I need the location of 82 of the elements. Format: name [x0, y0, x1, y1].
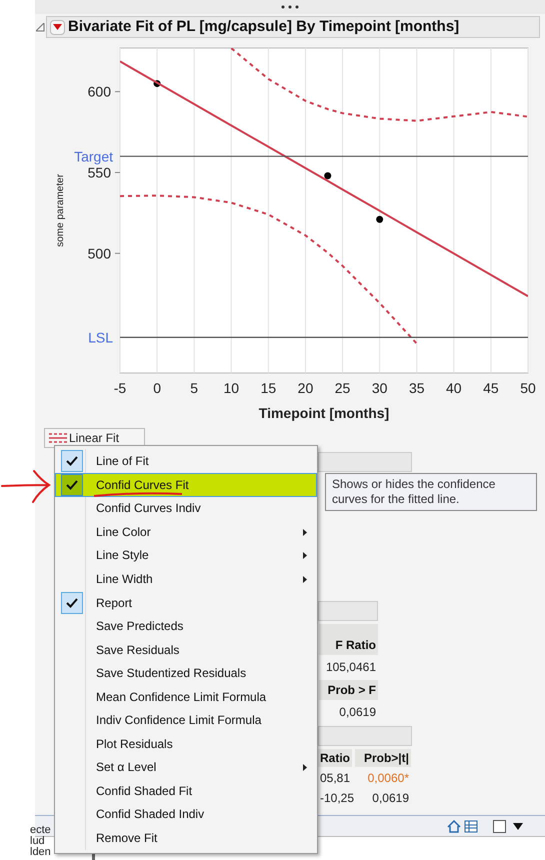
reference-label: Target	[74, 148, 113, 164]
menu-item[interactable]: Remove Fit	[55, 826, 317, 850]
menu-label: Set α Level	[96, 761, 156, 774]
row-label: lud	[30, 836, 46, 847]
x-tick-label: 20	[298, 380, 314, 396]
table-cell-text: 05,81	[319, 770, 352, 787]
menu-label: Line Color	[96, 526, 151, 539]
home-icon[interactable]	[447, 820, 461, 832]
menu-label: Save Studentized Residuals	[96, 667, 246, 680]
menu-item[interactable]: Line Width	[55, 568, 317, 591]
menu-item[interactable]: Save Predicteds	[55, 615, 317, 638]
menu-label: Confid Curves Fit	[96, 478, 189, 492]
menu-item[interactable]: Save Residuals	[55, 638, 317, 662]
x-tick-label: -5	[114, 380, 126, 396]
y-axis-title: some parameter	[55, 174, 66, 247]
menu-label: Save Residuals	[96, 644, 180, 657]
submenu-arrow-icon	[303, 528, 307, 536]
ellipsis-icon[interactable]	[281, 5, 299, 9]
menu-label: Plot Residuals	[96, 738, 173, 751]
x-tick-label: 45	[483, 380, 499, 396]
tooltip: Shows or hides the confidence curves for the fitted line.	[325, 473, 537, 511]
menu-label: Confid Shaded Indiv	[96, 808, 204, 822]
table-cell-text: 0,0619	[371, 790, 410, 807]
x-tick-label: 25	[334, 380, 350, 396]
report-title: Bivariate Fit of PL [mg/capsule] By Timepoint [months]	[68, 16, 460, 37]
x-tick-label: 10	[223, 380, 240, 396]
menu-item[interactable]: Plot Residuals	[55, 732, 317, 756]
row-label: lden	[30, 847, 51, 858]
x-tick-label: 30	[372, 380, 388, 396]
table-cell-text: 0,0619	[339, 704, 377, 721]
submenu-arrow-icon	[303, 764, 307, 772]
dropdown-icon[interactable]	[513, 822, 523, 830]
menu-item[interactable]: Confid Curves Indiv	[55, 497, 317, 520]
line-style-icon	[49, 433, 67, 443]
row-label: ecte	[30, 825, 51, 836]
x-tick-label: 50	[520, 380, 536, 396]
menu-item[interactable]: Confid Shaded Fit	[55, 780, 317, 803]
x-tick-label: 15	[260, 380, 276, 396]
menu-label: Confid Shaded Fit	[96, 784, 192, 798]
data-point	[376, 216, 384, 223]
submenu-arrow-icon	[303, 552, 307, 560]
menu-item[interactable]: Confid Curves Fit	[55, 473, 317, 497]
disclosure-icon[interactable]	[36, 22, 45, 32]
menu-label: Report	[96, 596, 132, 610]
table-cell-text: 0,0060*	[366, 770, 410, 787]
reference-label: LSL	[88, 329, 113, 346]
x-axis-title: Timepoint [months]	[258, 405, 390, 421]
column-header: Ratio	[318, 749, 352, 767]
x-tick-label: 40	[446, 380, 462, 396]
data-point	[324, 172, 332, 180]
x-tick-label: 5	[190, 380, 198, 396]
menu-label: Save Predicteds	[96, 620, 184, 634]
column-header: Prob > F	[319, 680, 378, 700]
menu-label: Indiv Confidence Limit Formula	[96, 714, 262, 728]
checkbox[interactable]	[493, 820, 506, 832]
menu-item[interactable]: Indiv Confidence Limit Formula	[55, 709, 317, 732]
y-tick-label: 500	[88, 245, 111, 262]
menu-item[interactable]: Confid Shaded Indiv	[55, 803, 317, 826]
menu-label: Remove Fit	[96, 832, 158, 845]
submenu-arrow-icon	[303, 576, 307, 583]
y-tick-label: 550	[88, 164, 111, 180]
grid-icon[interactable]	[464, 820, 478, 832]
menu-item[interactable]: Set α Level	[55, 756, 317, 780]
column-header: F Ratio	[319, 624, 378, 655]
table-cell-text: 105,0461	[326, 659, 377, 676]
x-tick-label: 35	[408, 380, 425, 396]
y-tick-label: 600	[88, 84, 111, 100]
menu-label: Line Width	[96, 572, 153, 586]
data-point	[154, 80, 161, 88]
menu-label: Mean Confidence Limit Formula	[96, 690, 266, 704]
menu-label: Line of Fit	[96, 454, 149, 468]
menu-item[interactable]: Line Style	[55, 544, 317, 568]
table-cell-text: -10,25	[319, 790, 352, 807]
menu-item[interactable]: Mean Confidence Limit Formula	[55, 686, 317, 709]
column-header: Prob>|t|	[355, 749, 411, 767]
menu-label: Confid Curves Indiv	[96, 502, 201, 516]
menu-item[interactable]: Line Color	[55, 520, 317, 544]
x-tick-label: 0	[153, 380, 161, 396]
menu-item[interactable]: Line of Fit	[55, 449, 317, 473]
menu-label: Line Style	[96, 549, 149, 562]
menu-item[interactable]: Save Studentized Residuals	[55, 662, 317, 686]
menu-item[interactable]: Report	[55, 591, 317, 615]
